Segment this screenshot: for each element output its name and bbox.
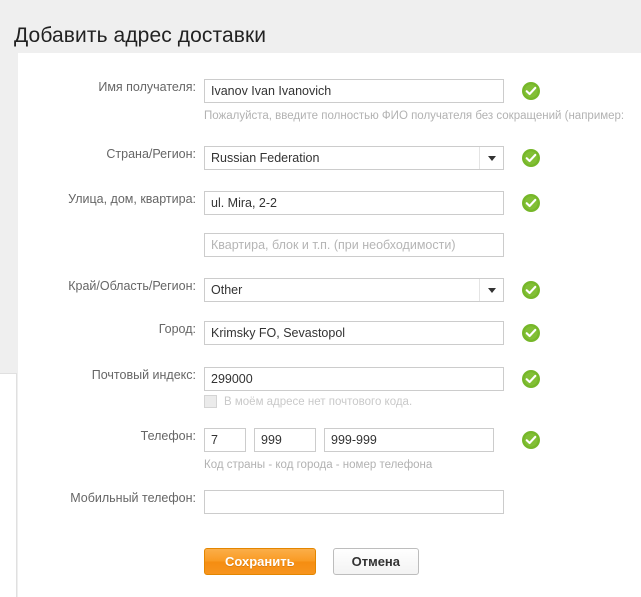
region-select-value: Other — [211, 283, 243, 297]
phone-country-code-input[interactable] — [204, 428, 246, 452]
phone-input-group — [204, 428, 502, 452]
phone-label: Телефон: — [140, 429, 196, 443]
page-title: Добавить адрес доставки — [14, 24, 267, 48]
recipient-name-label: Имя получателя: — [98, 80, 196, 94]
recipient-name-valid-check-icon — [522, 82, 540, 100]
city-valid-check-icon — [522, 324, 540, 342]
no-postal-code-checkbox[interactable] — [204, 395, 217, 408]
recipient-name-hint: Пожалуйста, введите полностью ФИО получа… — [204, 110, 625, 122]
mobile-phone-input[interactable] — [204, 490, 504, 514]
city-input[interactable] — [204, 321, 504, 345]
save-button[interactable]: Сохранить — [204, 548, 316, 575]
country-select-value: Russian Federation — [211, 151, 320, 165]
street-label: Улица, дом, квартира: — [68, 192, 196, 206]
region-select-divider — [479, 279, 480, 301]
phone-number-input[interactable] — [324, 428, 494, 452]
apartment-input[interactable] — [204, 233, 504, 257]
street-valid-check-icon — [522, 194, 540, 212]
phone-city-code-input[interactable] — [254, 428, 316, 452]
country-valid-check-icon — [522, 149, 540, 167]
postal-code-label: Почтовый индекс: — [91, 368, 196, 382]
phone-valid-check-icon — [522, 431, 540, 449]
country-select[interactable]: Russian Federation — [204, 146, 504, 170]
recipient-name-input[interactable] — [204, 79, 504, 103]
postal-code-valid-check-icon — [522, 370, 540, 388]
chevron-down-icon — [488, 156, 496, 161]
phone-hint: Код страны - код города - номер телефона — [204, 459, 433, 471]
region-valid-check-icon — [522, 281, 540, 299]
add-shipping-address-form: Имя получателя: Пожалуйста, введите полн… — [18, 53, 641, 597]
no-postal-code-row[interactable]: В моём адресе нет почтового кода. — [204, 395, 412, 408]
no-postal-code-label: В моём адресе нет почтового кода. — [224, 395, 413, 408]
left-gutter — [0, 0, 18, 597]
chevron-down-icon — [488, 288, 496, 293]
region-label: Край/Область/Регион: — [68, 279, 196, 293]
region-select[interactable]: Other — [204, 278, 504, 302]
cancel-button[interactable]: Отмена — [332, 548, 420, 575]
country-label: Страна/Регион: — [106, 147, 196, 161]
left-panel-edge — [0, 373, 17, 597]
mobile-phone-label: Мобильный телефон: — [70, 491, 196, 505]
form-actions: Сохранить Отмена — [204, 548, 420, 575]
street-input[interactable] — [204, 191, 504, 215]
postal-code-input[interactable] — [204, 367, 504, 391]
city-label: Город: — [158, 322, 196, 336]
country-select-divider — [479, 147, 480, 169]
